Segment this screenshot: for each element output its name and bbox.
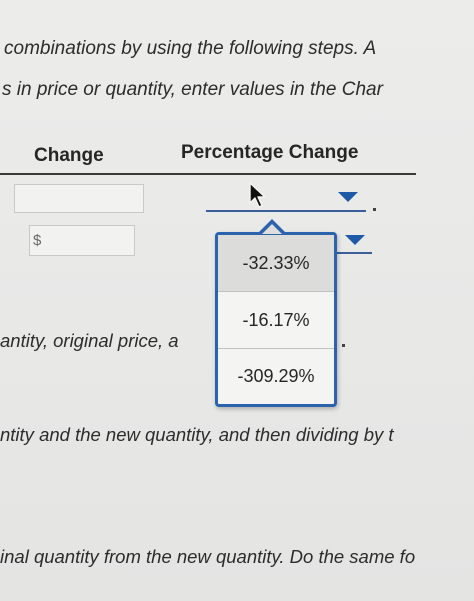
instruction-text-2: s in price or quantity, enter values in …	[2, 79, 383, 100]
instruction-line-4: ntity and the new quantity, and then div…	[0, 424, 394, 446]
instruction-text-1: combinations by using the following step…	[4, 38, 377, 59]
chevron-down-icon[interactable]	[345, 235, 365, 245]
instruction-line-5: inal quantity from the new quantity. Do …	[0, 546, 415, 568]
quantity-change-input[interactable]	[14, 184, 144, 213]
instruction-text-3: antity, original price, a	[0, 330, 179, 351]
chevron-down-icon[interactable]	[338, 192, 358, 202]
period-mark	[342, 344, 345, 347]
period-mark	[373, 208, 376, 211]
quantity-percentage-select[interactable]	[206, 210, 366, 212]
header-divider	[0, 173, 416, 175]
instruction-line-1: combinations by using the following step…	[4, 38, 376, 60]
instruction-text-5: inal quantity from the new quantity. Do …	[0, 546, 416, 567]
currency-symbol: $	[33, 232, 42, 249]
mouse-pointer-icon	[249, 182, 266, 208]
dropdown-pointer-inner	[262, 224, 282, 234]
dropdown-option[interactable]: -309.29%	[218, 349, 334, 403]
dropdown-option[interactable]: -32.33%	[218, 235, 334, 292]
column-header-percentage-change: Percentage Change	[181, 142, 359, 163]
price-percentage-select[interactable]	[336, 252, 372, 254]
page: combinations by using the following step…	[0, 0, 474, 601]
dropdown-option[interactable]: -16.17%	[218, 292, 334, 349]
percentage-dropdown-menu: -32.33% -16.17% -309.29%	[215, 232, 337, 407]
price-change-input[interactable]	[29, 225, 135, 256]
column-header-change: Change	[34, 145, 104, 166]
instruction-text-4: ntity and the new quantity, and then div…	[0, 424, 394, 445]
instruction-line-3: antity, original price, a	[0, 330, 179, 352]
instruction-line-2: s in price or quantity, enter values in …	[2, 79, 383, 101]
